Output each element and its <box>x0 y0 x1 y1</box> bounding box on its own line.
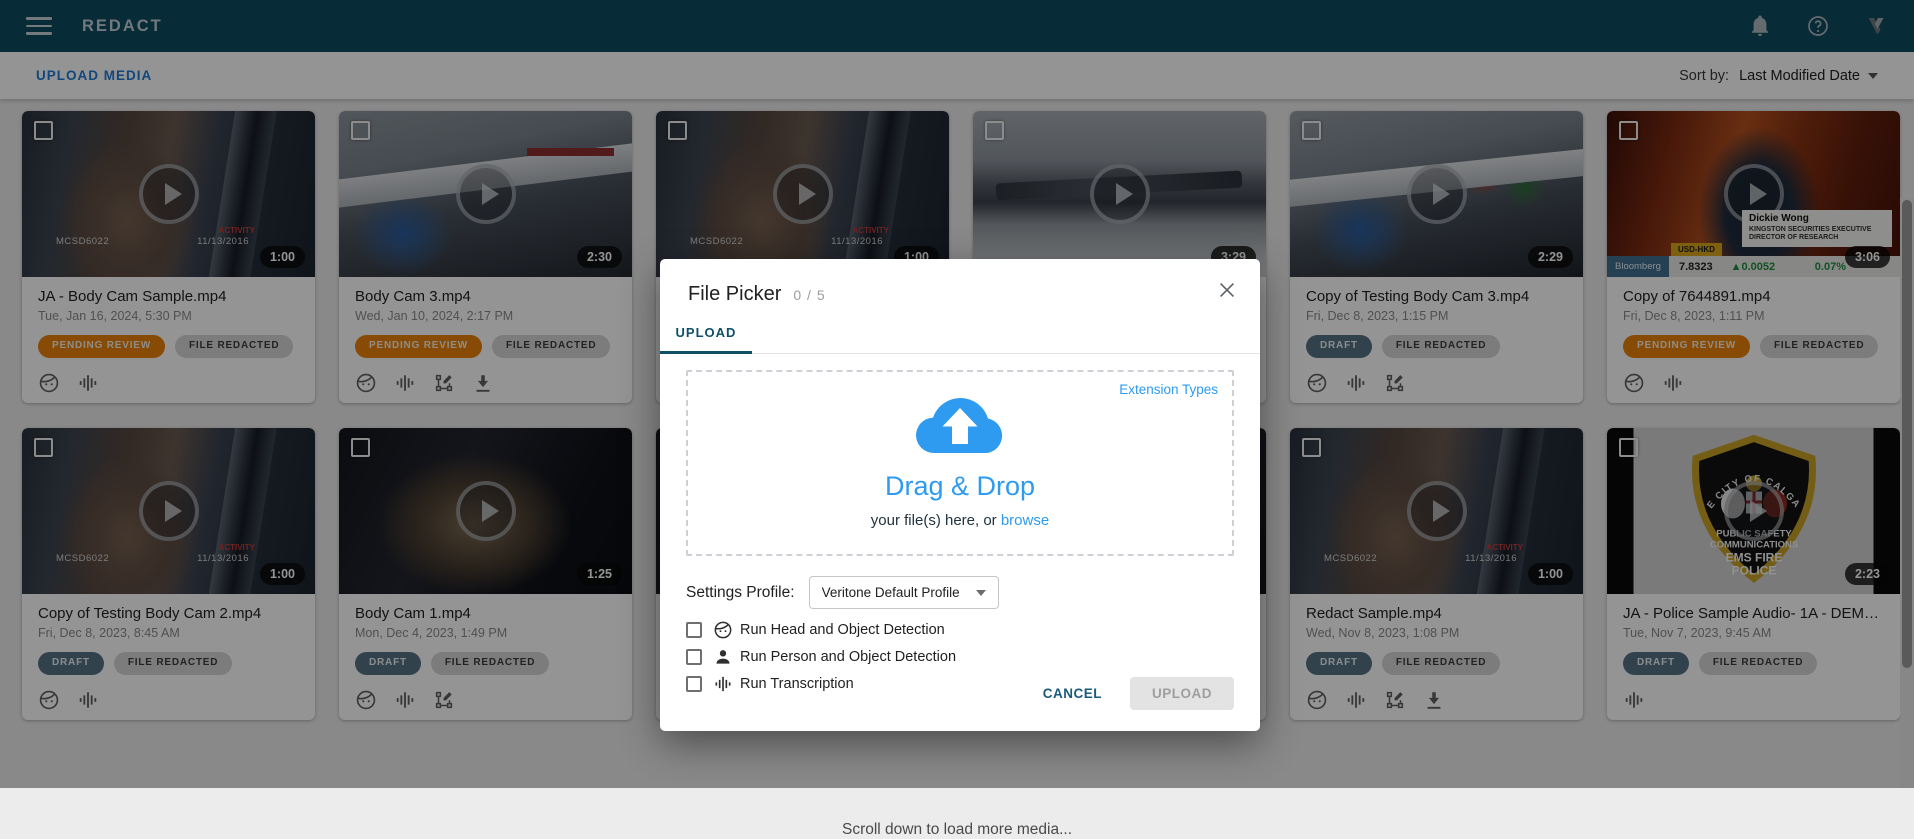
drag-drop-subtext: your file(s) here, or <box>871 512 1001 529</box>
transcription-icon <box>713 674 733 694</box>
load-more-hint: Scroll down to load more media... <box>0 821 1914 839</box>
dialog-actions: CANCEL UPLOAD <box>1043 677 1234 710</box>
drag-drop-title: Drag & Drop <box>885 471 1035 502</box>
chevron-down-icon <box>976 590 986 596</box>
option-label: Run Transcription <box>740 676 854 692</box>
dialog-title: File Picker <box>688 283 781 306</box>
browse-link[interactable]: browse <box>1001 512 1049 529</box>
head-detection-icon <box>713 620 733 640</box>
option-label: Run Head and Object Detection <box>740 622 945 638</box>
option-checkbox[interactable] <box>686 676 702 692</box>
option-checkbox[interactable] <box>686 622 702 638</box>
settings-profile-value: Veritone Default Profile <box>822 585 960 600</box>
dialog-tabs: UPLOAD <box>660 324 1260 354</box>
drag-drop-subtitle: your file(s) here, or browse <box>871 512 1049 529</box>
option-label: Run Person and Object Detection <box>740 649 956 665</box>
settings-profile-label: Settings Profile: <box>686 584 795 602</box>
engine-option-row: Run Head and Object Detection <box>686 617 1234 642</box>
file-picker-dialog: File Picker 0 / 5 UPLOAD Extension Types… <box>660 259 1260 731</box>
option-checkbox[interactable] <box>686 649 702 665</box>
cancel-button[interactable]: CANCEL <box>1043 686 1102 701</box>
settings-profile-select[interactable]: Veritone Default Profile <box>809 576 999 609</box>
upload-button[interactable]: UPLOAD <box>1130 677 1234 710</box>
close-icon[interactable] <box>1216 279 1238 301</box>
dialog-header: File Picker 0 / 5 <box>660 259 1260 306</box>
settings-profile-row: Settings Profile: Veritone Default Profi… <box>686 576 1234 609</box>
engine-option-row: Run Person and Object Detection <box>686 644 1234 669</box>
tab-upload[interactable]: UPLOAD <box>660 325 752 353</box>
drag-drop-zone[interactable]: Extension Types Drag & Drop your file(s)… <box>686 370 1234 556</box>
person-detection-icon <box>713 647 733 667</box>
extension-types-link[interactable]: Extension Types <box>1119 382 1218 397</box>
file-count: 0 / 5 <box>793 287 825 303</box>
cloud-upload-icon <box>912 391 1008 457</box>
